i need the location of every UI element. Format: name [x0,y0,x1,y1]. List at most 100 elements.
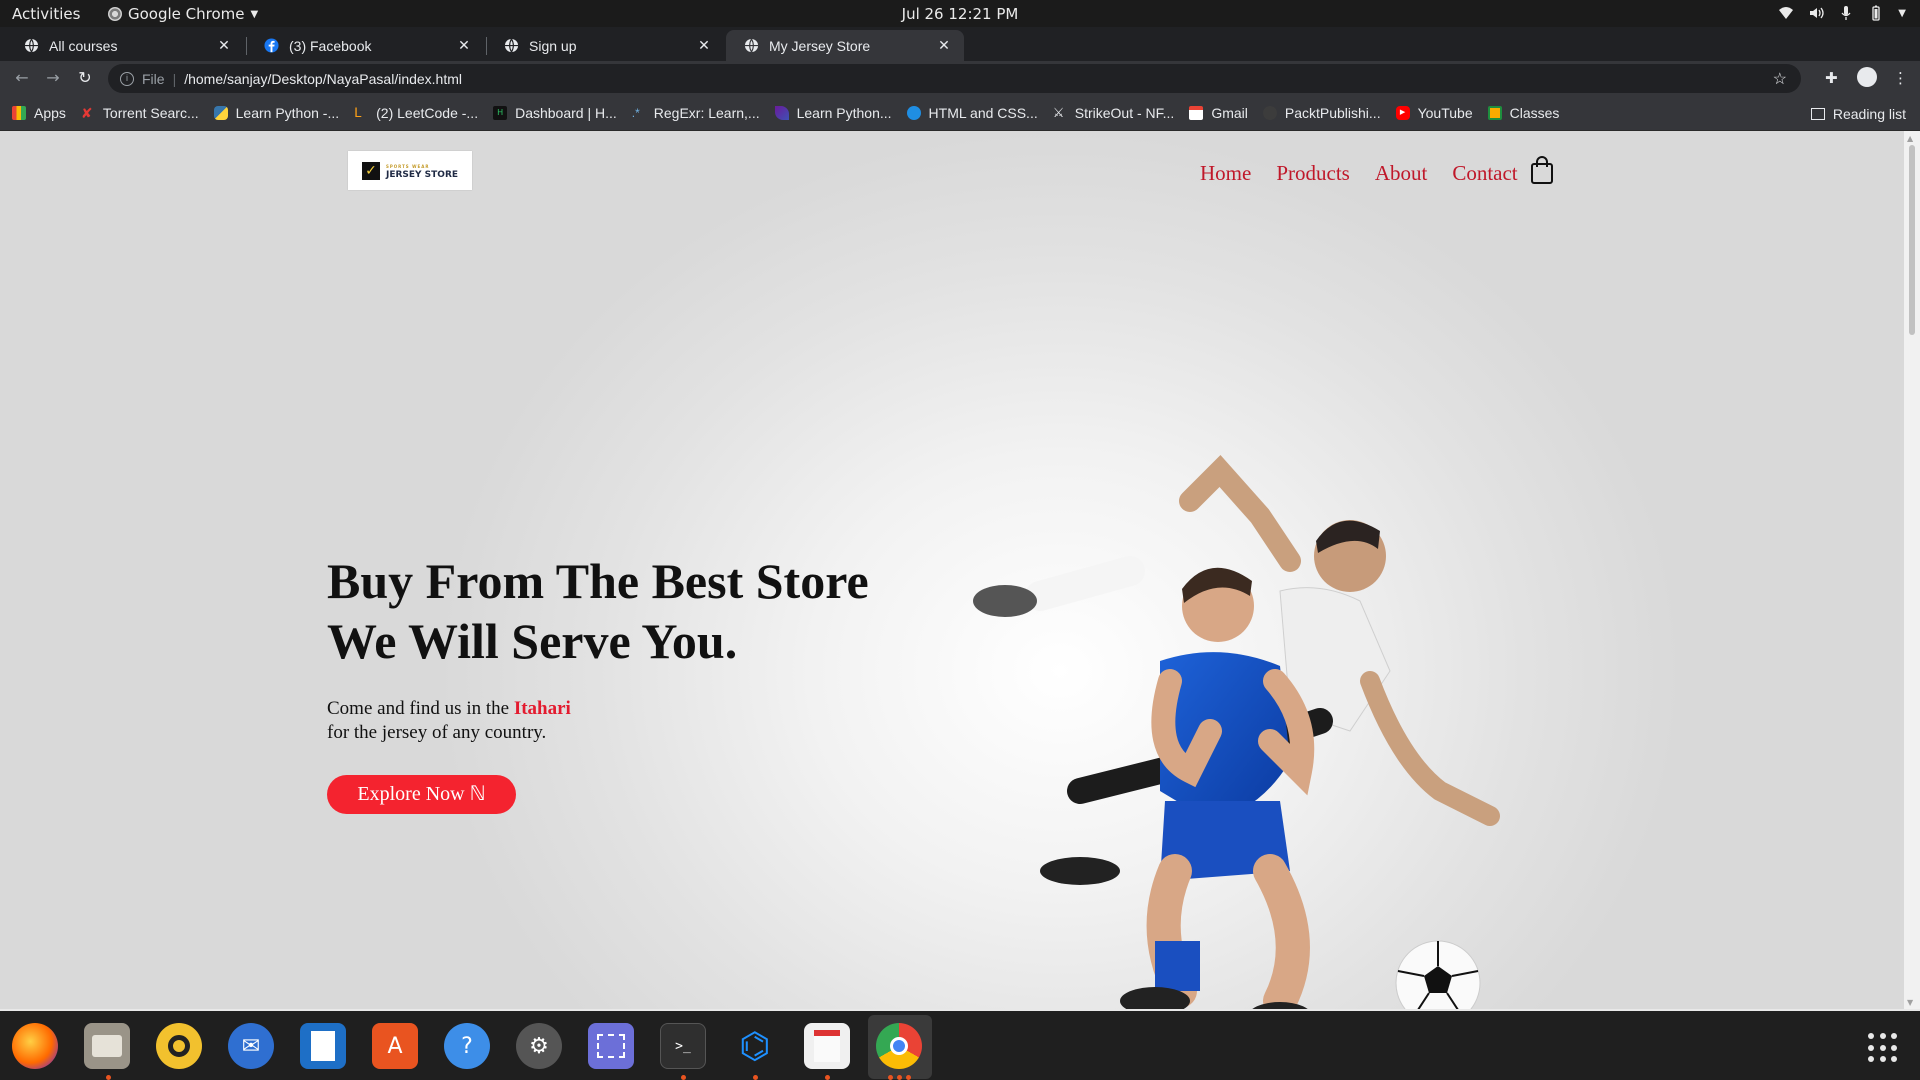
clock[interactable]: Jul 26 12:21 PM [902,5,1019,23]
bookmark-star-icon[interactable]: ☆ [1773,69,1787,89]
firefox-icon[interactable] [12,1023,58,1069]
hero-text-part: for the jersey of any country. [327,722,547,743]
bookmark-dashboard[interactable]: H Dashboard | H... [493,105,617,121]
bookmark-label: Gmail [1211,105,1248,121]
bookmark-classes[interactable]: Classes [1487,105,1559,121]
activities-button[interactable]: Activities [12,5,80,23]
bookmark-torrent[interactable]: ✘ Torrent Searc... [81,105,199,121]
tab-title: (3) Facebook [289,37,372,54]
hero-description: Come and find us in the Itahari for the … [327,697,571,745]
site-nav: Home Products About Contact [1200,161,1518,186]
microphone-icon [1841,6,1851,20]
running-indicator [897,1075,902,1080]
running-indicator [681,1075,686,1080]
forward-icon[interactable]: → [43,68,63,87]
profile-avatar-icon[interactable] [1857,67,1877,87]
thunderbird-icon[interactable]: ✉ [228,1023,274,1069]
wifi-icon [1779,7,1794,19]
tab-my-jersey-store[interactable]: My Jersey Store ✕ [726,30,964,61]
bookmark-gmail[interactable]: Gmail [1189,105,1248,121]
close-icon[interactable]: ✕ [452,37,476,54]
caret-down-icon: ▼ [250,8,259,20]
bookmark-label: PacktPublishi... [1284,105,1381,121]
bookmark-strikeout[interactable]: ⚔ StrikeOut - NF... [1053,105,1175,121]
running-indicator [753,1075,758,1080]
ubuntu-dock: ✉ A ? ⚙ >_ ⌬ [0,1009,1920,1080]
hackerrank-icon: H [493,106,508,120]
files-icon[interactable] [84,1023,130,1069]
globe-icon [744,38,759,53]
back-icon[interactable]: ← [12,68,32,87]
close-icon[interactable]: ✕ [212,37,236,54]
app-menu[interactable]: Google Chrome ▼ [108,5,258,23]
system-top-bar: Activities Google Chrome ▼ Jul 26 12:21 … [0,0,1920,27]
football [1395,940,1481,1009]
url-text[interactable]: /home/sanjay/Desktop/NayaPasal/index.htm… [184,71,462,87]
explore-now-button[interactable]: Explore Now ℕ [327,775,516,814]
regexr-icon: .* [631,106,640,120]
bookmark-apps[interactable]: Apps [12,105,66,121]
bookmark-label: Learn Python... [796,105,892,121]
screenshot-icon[interactable] [588,1023,634,1069]
software-icon[interactable]: A [372,1023,418,1069]
vscode-icon[interactable]: ⌬ [732,1023,778,1069]
globe-icon [24,38,39,53]
bookmark-packt[interactable]: PacktPublishi... [1262,105,1381,121]
check-icon: ✓ [361,161,380,180]
page-viewport: ✓ SPORTS WEAR JERSEY STORE Home Products… [0,131,1904,1009]
facebook-icon [264,38,279,53]
github-icon [1262,106,1277,120]
bookmark-label: Learn Python -... [235,105,340,121]
extensions-icon[interactable]: ✚ [1825,69,1838,87]
rhythmbox-icon[interactable] [156,1023,202,1069]
bookmark-label: Torrent Searc... [102,105,199,121]
reload-icon[interactable]: ↻ [75,68,95,87]
logo-title: JERSEY STORE [385,169,459,180]
bookmark-learn-python-2[interactable]: Learn Python... [774,105,892,121]
nav-contact[interactable]: Contact [1452,161,1517,186]
bookmark-html-css[interactable]: HTML and CSS... [906,105,1038,121]
settings-icon[interactable]: ⚙ [516,1023,562,1069]
writer-icon[interactable] [300,1023,346,1069]
globe-icon [504,38,519,53]
nav-home[interactable]: Home [1200,161,1251,186]
browser-toolbar: ← → ↻ i File | /home/sanjay/Desktop/Naya… [0,61,1920,96]
nav-about[interactable]: About [1375,161,1428,186]
shopping-bag-icon[interactable] [1530,155,1554,185]
nav-products[interactable]: Products [1276,161,1350,186]
site-logo[interactable]: ✓ SPORTS WEAR JERSEY STORE [348,151,472,190]
scrollbar-thumb[interactable] [1909,145,1915,335]
system-tray[interactable]: ▼ [1778,5,1906,21]
chrome-icon[interactable] [876,1023,922,1069]
menu-dots-icon[interactable]: ⋮ [1893,69,1908,87]
bookmark-youtube[interactable]: ▶ YouTube [1395,105,1473,121]
reading-list-button[interactable]: Reading list [1810,96,1906,131]
apps-grid-icon [12,106,26,120]
leetcode-icon: ᒪ [354,105,362,120]
location-highlight: Itahari [513,698,571,719]
tab-all-courses[interactable]: All courses ✕ [6,30,244,61]
tab-facebook[interactable]: (3) Facebook ✕ [246,30,484,61]
document-viewer-icon[interactable] [804,1023,850,1069]
bookmark-label: (2) LeetCode -... [376,105,479,121]
show-applications-icon[interactable] [1868,1033,1898,1063]
info-icon[interactable]: i [120,71,134,86]
tab-title: All courses [49,37,118,54]
address-bar[interactable]: i File | /home/sanjay/Desktop/NayaPasal/… [108,64,1801,93]
reading-list-label: Reading list [1832,105,1906,122]
terminal-icon[interactable]: >_ [660,1023,706,1069]
logo-text: SPORTS WEAR JERSEY STORE [386,162,458,180]
bookmark-leetcode[interactable]: ᒪ (2) LeetCode -... [354,105,478,121]
close-icon[interactable]: ✕ [932,37,956,54]
bookmark-learn-python[interactable]: Learn Python -... [213,105,340,121]
chrome-icon [108,7,122,21]
help-icon[interactable]: ? [444,1023,490,1069]
scroll-down-arrow-icon[interactable]: ▼ [1907,998,1913,1007]
youtube-icon: ▶ [1395,106,1410,120]
scroll-up-arrow-icon[interactable]: ▲ [1907,134,1913,143]
close-icon[interactable]: ✕ [692,37,716,54]
bookmark-regexr[interactable]: .* RegExr: Learn,... [632,105,760,121]
footballers-hero-image [973,454,1500,1009]
url-scheme: File [142,70,165,87]
tab-sign-up[interactable]: Sign up ✕ [486,30,724,61]
